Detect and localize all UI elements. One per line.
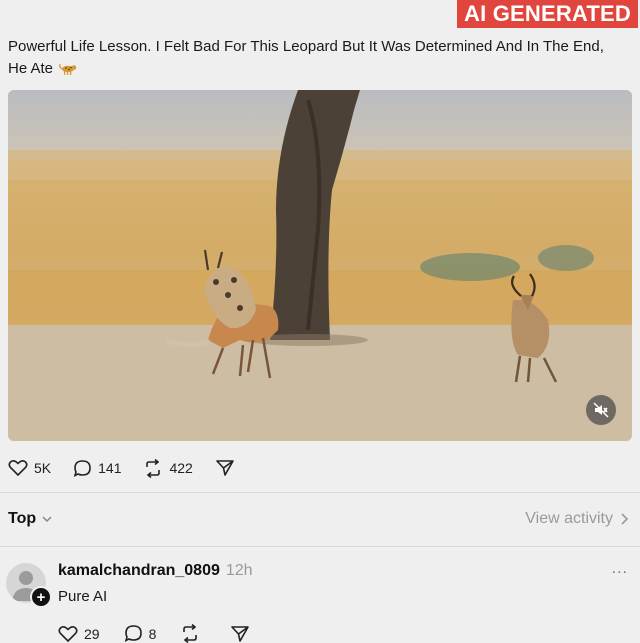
heart-icon [8, 460, 28, 477]
repost-icon [183, 624, 198, 643]
comment-text: Pure AI [58, 588, 108, 605]
comment-bubble-icon [124, 625, 142, 643]
more-icon: ... [611, 560, 628, 577]
sort-label: Top [8, 510, 37, 527]
post-video[interactable] [8, 90, 632, 441]
savanna-video-frame [8, 90, 632, 441]
comment-bubble-icon [73, 459, 91, 477]
send-icon [216, 460, 234, 476]
share-button[interactable] [215, 459, 241, 477]
follow-plus-button[interactable]: + [30, 586, 52, 608]
reply-count: 141 [98, 460, 122, 476]
comment-actions: 29 8 [58, 624, 280, 643]
comment-reply-button[interactable]: 8 [124, 624, 157, 643]
repost-icon [146, 458, 161, 478]
post-caption: Powerful Life Lesson. I Felt Bad For Thi… [8, 36, 623, 82]
like-count: 5K [34, 460, 52, 476]
repost-count: 422 [169, 460, 193, 476]
ai-generated-badge: AI GENERATED [456, 0, 638, 28]
chevron-down-icon [42, 515, 52, 522]
like-button[interactable]: 5K [8, 459, 51, 477]
comment-reply-count: 8 [148, 625, 157, 642]
repost-button[interactable]: 422 [143, 458, 193, 478]
plus-icon: + [36, 588, 46, 606]
chevron-right-icon [621, 513, 628, 525]
divider [0, 546, 640, 547]
divider [0, 492, 640, 493]
speaker-muted-icon [593, 402, 609, 418]
comment-username[interactable]: kamalchandran_0809 [58, 562, 220, 579]
sort-dropdown[interactable]: Top [8, 510, 52, 528]
comment-like-count: 29 [84, 625, 100, 642]
leopard-emoji-icon [59, 60, 77, 82]
comment-repost-button[interactable] [180, 624, 206, 643]
reply-button[interactable]: 141 [73, 459, 121, 478]
more-options-button[interactable]: ... [612, 560, 628, 578]
post-actions: 5K 141 422 [8, 457, 263, 479]
comment-time: 12h [225, 562, 253, 579]
view-activity-link[interactable]: View activity [525, 510, 628, 528]
comment-header: kamalchandran_0809 12h [58, 562, 253, 580]
caption-text: Powerful Life Lesson. I Felt Bad For Thi… [8, 38, 604, 77]
mute-button[interactable] [586, 395, 616, 425]
view-activity-label: View activity [525, 510, 613, 527]
